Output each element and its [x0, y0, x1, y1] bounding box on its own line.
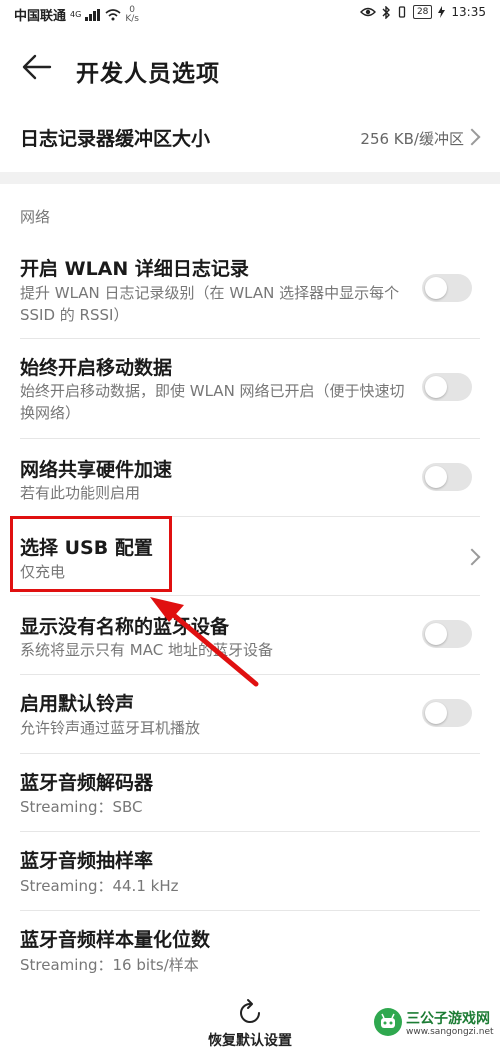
chevron-right-icon [463, 548, 481, 566]
bluetooth-icon [382, 5, 390, 19]
setting-subtitle: Streaming：44.1 kHz [20, 877, 179, 895]
watermark-name: 三公子游戏网 [406, 1011, 490, 1027]
setting-mobile-data-always-on[interactable]: 始终开启移动数据 始终开启移动数据，即使 WLAN 网络已开启（便于快速切换网络… [0, 339, 500, 438]
section-header-network: 网络 [20, 208, 51, 226]
watermark-url: www.sangongzi.net [406, 1027, 494, 1037]
setting-title: 蓝牙音频样本量化位数 [20, 929, 211, 951]
page-title: 开发人员选项 [76, 61, 220, 87]
status-left: 中国联通 4G 0 K/s [14, 5, 139, 24]
setting-title: 蓝牙音频抽样率 [20, 850, 154, 872]
logger-buffer-value: 256 KB/缓冲区 [360, 130, 464, 148]
setting-tethering-hw-accel[interactable]: 网络共享硬件加速 若有此功能则启用 [0, 439, 500, 516]
logger-buffer-title: 日志记录器缓冲区大小 [20, 128, 211, 150]
carrier-name: 中国联通 [14, 9, 67, 24]
toggle-switch[interactable] [422, 274, 472, 302]
watermark-logo-icon [374, 1008, 402, 1036]
setting-title: 显示没有名称的蓝牙设备 [20, 616, 230, 638]
clock: 13:35 [451, 5, 486, 19]
chevron-right-icon [463, 128, 481, 146]
setting-subtitle: Streaming：SBC [20, 798, 143, 816]
section-divider [0, 172, 500, 184]
status-right: 28 13:35 [359, 5, 486, 19]
setting-bt-sample-rate[interactable]: 蓝牙音频抽样率 Streaming：44.1 kHz [0, 832, 500, 910]
signal-icon [85, 8, 101, 21]
setting-subtitle: 允许铃声通过蓝牙耳机播放 [20, 719, 201, 737]
setting-bt-audio-codec[interactable]: 蓝牙音频解码器 Streaming：SBC [0, 754, 500, 831]
eye-icon [359, 7, 376, 17]
setting-subtitle: 若有此功能则启用 [20, 484, 141, 502]
setting-title: 启用默认铃声 [20, 693, 135, 715]
setting-title: 网络共享硬件加速 [20, 459, 173, 481]
toggle-switch[interactable] [422, 699, 472, 727]
vibrate-icon [398, 6, 406, 18]
net-speed: 0 K/s [125, 5, 139, 24]
setting-wlan-verbose-logging[interactable]: 开启 WLAN 详细日志记录 提升 WLAN 日志记录级别（在 WLAN 选择器… [0, 242, 500, 338]
charging-icon [438, 6, 446, 18]
setting-subtitle: 始终开启移动数据，即使 WLAN 网络已开启（便于快速切换网络） [20, 382, 405, 422]
setting-title: 蓝牙音频解码器 [20, 772, 154, 794]
network-badge: 4G [70, 10, 82, 19]
status-bar: 中国联通 4G 0 K/s 28 13:35 [0, 0, 500, 28]
setting-title: 始终开启移动数据 [20, 357, 173, 379]
setting-subtitle: Streaming：16 bits/样本 [20, 956, 199, 974]
setting-subtitle: 提升 WLAN 日志记录级别（在 WLAN 选择器中显示每个 SSID 的 RS… [20, 284, 400, 324]
setting-bt-bits-per-sample[interactable]: 蓝牙音频样本量化位数 Streaming：16 bits/样本 [0, 911, 500, 989]
toggle-switch[interactable] [422, 463, 472, 491]
logger-buffer-row[interactable]: 日志记录器缓冲区大小 256 KB/缓冲区 [0, 100, 500, 172]
site-watermark: 三公子游戏网 www.sangongzi.net [370, 1004, 498, 1044]
setting-show-unnamed-bluetooth[interactable]: 显示没有名称的蓝牙设备 系统将显示只有 MAC 地址的蓝牙设备 [0, 596, 500, 674]
wifi-icon [105, 8, 121, 20]
toggle-switch[interactable] [422, 620, 472, 648]
battery-icon: 28 [412, 5, 433, 19]
setting-title: 开启 WLAN 详细日志记录 [20, 258, 249, 280]
back-arrow-icon[interactable] [20, 50, 54, 84]
setting-default-ringtone[interactable]: 启用默认铃声 允许铃声通过蓝牙耳机播放 [0, 675, 500, 753]
app-bar: 开发人员选项 [0, 34, 500, 100]
annotation-highlight-box [10, 516, 172, 592]
battery-level: 28 [416, 7, 429, 17]
toggle-switch[interactable] [422, 373, 472, 401]
reset-icon[interactable] [235, 998, 265, 1028]
setting-subtitle: 系统将显示只有 MAC 地址的蓝牙设备 [20, 641, 273, 659]
net-speed-unit: K/s [125, 13, 139, 24]
